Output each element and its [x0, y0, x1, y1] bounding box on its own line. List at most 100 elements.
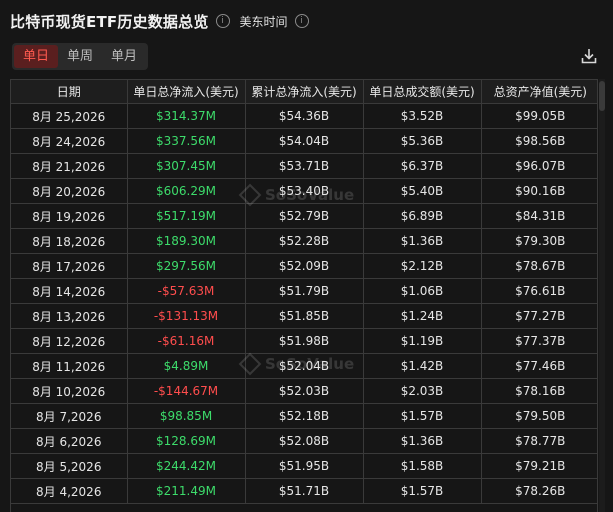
table-row[interactable]: 8月 10,2026 -$144.67M $52.03B $2.03B $78.16B: [11, 378, 597, 404]
cell-date: 8月 20,2026: [11, 178, 128, 204]
period-tabs: 单日 单周 单月: [12, 43, 149, 70]
cell-daily-net-inflow: $314.37M: [126, 103, 246, 129]
cell-cumulative-net-inflow: $54.36B: [244, 103, 364, 129]
etf-history-table: 日期 单日总净流入(美元) 累计总净流入(美元) 单日总成交额(美元) 总资产净…: [10, 79, 598, 512]
table-row[interactable]: 8月 14,2026 -$57.63M $51.79B $1.06B $76.61B: [11, 278, 597, 304]
cell-date: 8月 11,2026: [11, 353, 128, 379]
cell-net-assets: $78.26B: [480, 478, 597, 504]
cell-net-assets: $96.07B: [480, 153, 597, 179]
cell-date: 8月 5,2026: [11, 453, 128, 479]
cell-cumulative-net-inflow: $51.85B: [244, 303, 364, 329]
cell-daily-net-inflow: $244.42M: [126, 453, 246, 479]
cell-daily-volume: $1.36B: [362, 428, 482, 454]
cell-cumulative-net-inflow: $52.79B: [244, 203, 364, 229]
cell-net-assets: $77.46B: [480, 353, 597, 379]
cell-daily-net-inflow: -$57.63M: [126, 278, 246, 304]
page-title: 比特币现货ETF历史数据总览: [10, 12, 209, 31]
download-icon[interactable]: [580, 47, 598, 65]
column-header-daily-volume[interactable]: 单日总成交额(美元): [362, 80, 482, 104]
cell-date: 8月 13,2026: [11, 303, 128, 329]
cell-date: 8月 4,2026: [11, 478, 128, 504]
table-row[interactable]: 8月 24,2026 $337.56M $54.04B $5.36B $98.56B: [11, 128, 597, 154]
cell-cumulative-net-inflow: $52.03B: [244, 378, 364, 404]
table-row[interactable]: 8月 6,2026 $128.69M $52.08B $1.36B $78.77B: [11, 428, 597, 454]
table-row[interactable]: 8月 7,2026 $98.85M $52.18B $1.57B $79.50B: [11, 403, 597, 429]
cell-cumulative-net-inflow: $52.04B: [244, 353, 364, 379]
cell-cumulative-net-inflow: $51.71B: [244, 478, 364, 504]
table-row[interactable]: 8月 5,2026 $244.42M $51.95B $1.58B $79.21B: [11, 453, 597, 479]
cell-net-assets: $77.27B: [480, 303, 597, 329]
cell-cumulative-net-inflow: $54.04B: [244, 128, 364, 154]
cell-net-assets: $79.50B: [480, 403, 597, 429]
cell-daily-net-inflow: -$61.16M: [126, 328, 246, 354]
cell-date: 8月 17,2026: [11, 253, 128, 279]
cell-net-assets: $76.61B: [480, 278, 597, 304]
cell-daily-volume: $1.06B: [362, 278, 482, 304]
column-header-date[interactable]: 日期: [11, 80, 128, 104]
cell-daily-volume: $5.36B: [362, 128, 482, 154]
cell-cumulative-net-inflow: $52.18B: [244, 403, 364, 429]
table-body: 8月 25,2026 $314.37M $54.36B $3.52B $99.05B 8月…: [11, 103, 597, 504]
cell-daily-volume: $1.57B: [362, 403, 482, 429]
cell-cumulative-net-inflow: $51.95B: [244, 453, 364, 479]
cell-net-assets: $98.56B: [480, 128, 597, 154]
cell-net-assets: $90.16B: [480, 178, 597, 204]
table-row[interactable]: 8月 11,2026 $4.89M $52.04B $1.42B $77.46B: [11, 353, 597, 379]
cell-net-assets: $78.77B: [480, 428, 597, 454]
cell-daily-net-inflow: $517.19M: [126, 203, 246, 229]
column-header-cumulative-net-inflow[interactable]: 累计总净流入(美元): [244, 80, 364, 104]
cell-date: 8月 7,2026: [11, 403, 128, 429]
cell-cumulative-net-inflow: $53.40B: [244, 178, 364, 204]
tab-weekly[interactable]: 单周: [58, 45, 102, 68]
table-row[interactable]: 8月 12,2026 -$61.16M $51.98B $1.19B $77.37B: [11, 328, 597, 354]
table-row[interactable]: 8月 25,2026 $314.37M $54.36B $3.52B $99.05B: [11, 103, 597, 129]
cell-daily-volume: $6.37B: [362, 153, 482, 179]
scrollbar-thumb[interactable]: [599, 81, 605, 111]
cell-date: 8月 14,2026: [11, 278, 128, 304]
cell-date: 8月 19,2026: [11, 203, 128, 229]
cell-cumulative-net-inflow: $53.71B: [244, 153, 364, 179]
cell-cumulative-net-inflow: $52.08B: [244, 428, 364, 454]
table-row[interactable]: 8月 18,2026 $189.30M $52.28B $1.36B $79.30B: [11, 228, 597, 254]
table-row[interactable]: 8月 17,2026 $297.56M $52.09B $2.12B $78.67B: [11, 253, 597, 279]
table-row[interactable]: 8月 20,2026 $606.29M $53.40B $5.40B $90.16B: [11, 178, 597, 204]
cell-daily-volume: $5.40B: [362, 178, 482, 204]
cell-daily-volume: $1.42B: [362, 353, 482, 379]
table-scrollbar[interactable]: [599, 79, 605, 512]
column-header-daily-net-inflow[interactable]: 单日总净流入(美元): [126, 80, 246, 104]
table-row[interactable]: 8月 21,2026 $307.45M $53.71B $6.37B $96.07B: [11, 153, 597, 179]
cell-daily-volume: $3.52B: [362, 103, 482, 129]
cell-cumulative-net-inflow: $51.79B: [244, 278, 364, 304]
cell-daily-volume: $1.36B: [362, 228, 482, 254]
cell-daily-net-inflow: $337.56M: [126, 128, 246, 154]
timezone-info-icon[interactable]: i: [294, 14, 309, 28]
cell-net-assets: $79.21B: [480, 453, 597, 479]
cell-date: 8月 21,2026: [11, 153, 128, 179]
table-header-row: 日期 单日总净流入(美元) 累计总净流入(美元) 单日总成交额(美元) 总资产净…: [11, 80, 597, 104]
cell-cumulative-net-inflow: $51.98B: [244, 328, 364, 354]
tab-monthly[interactable]: 单月: [102, 45, 146, 68]
tab-daily[interactable]: 单日: [14, 45, 59, 68]
table-row[interactable]: 8月 19,2026 $517.19M $52.79B $6.89B $84.31B: [11, 203, 597, 229]
column-header-net-assets[interactable]: 总资产净值(美元): [480, 80, 597, 104]
cell-daily-volume: $1.19B: [362, 328, 482, 354]
cell-daily-net-inflow: $189.30M: [126, 228, 246, 254]
cell-net-assets: $77.37B: [480, 328, 597, 354]
cell-net-assets: $84.31B: [480, 203, 597, 229]
page-header: 比特币现货ETF历史数据总览 i 美东时间 i: [10, 10, 309, 32]
cell-net-assets: $79.30B: [480, 228, 597, 254]
cell-daily-net-inflow: $211.49M: [126, 478, 246, 504]
table-row[interactable]: 8月 13,2026 -$131.13M $51.85B $1.24B $77.27B: [11, 303, 597, 329]
cell-daily-volume: $2.03B: [362, 378, 482, 404]
cell-daily-net-inflow: $128.69M: [126, 428, 246, 454]
cell-daily-volume: $2.12B: [362, 253, 482, 279]
cell-date: 8月 24,2026: [11, 128, 128, 154]
cell-date: 8月 10,2026: [11, 378, 128, 404]
cell-daily-net-inflow: $307.45M: [126, 153, 246, 179]
table-row[interactable]: 8月 4,2026 $211.49M $51.71B $1.57B $78.26B: [11, 478, 597, 504]
info-icon[interactable]: i: [215, 14, 230, 28]
cell-daily-net-inflow: $297.56M: [126, 253, 246, 279]
cell-cumulative-net-inflow: $52.09B: [244, 253, 364, 279]
cell-daily-net-inflow: -$144.67M: [126, 378, 246, 404]
cell-date: 8月 25,2026: [11, 103, 128, 129]
